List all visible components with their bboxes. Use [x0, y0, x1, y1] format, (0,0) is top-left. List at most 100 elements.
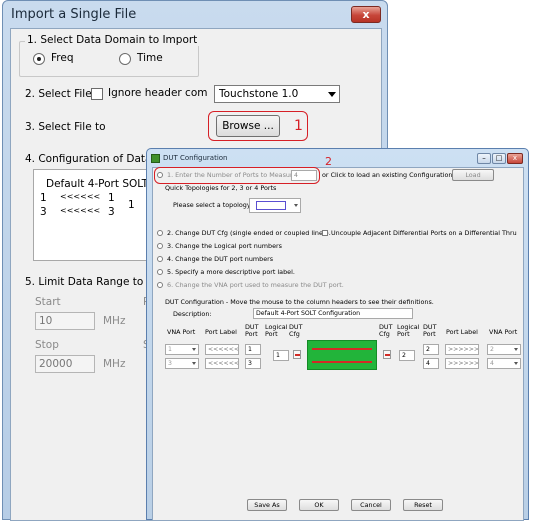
option3-radio[interactable] — [157, 243, 163, 249]
data-domain-label: 1. Select Data Domain to Import — [25, 34, 200, 46]
description-input[interactable]: Default 4-Port SOLT Configuration — [253, 308, 413, 319]
dut-cfg-icon — [385, 354, 390, 356]
callout-number-2: 2 — [325, 155, 332, 168]
config-extra-num: 1 — [128, 199, 135, 211]
time-label: Time — [137, 52, 163, 64]
port-label-header: Port Label — [446, 328, 478, 336]
option2-label: 2. Change DUT Cfg (single ended or coupl… — [167, 229, 331, 237]
description-label: Description: — [173, 310, 212, 318]
stop-input[interactable]: 20000 — [35, 355, 95, 373]
select-file-label: 2. Select File — [25, 88, 92, 100]
ignore-header-label: Ignore header commer — [108, 87, 208, 99]
vna-port-value: 1 — [168, 346, 172, 353]
configuration-label: 4. Configuration of Data to — [25, 153, 166, 165]
load-button[interactable]: Load — [452, 169, 494, 181]
file-format-select[interactable]: Touchstone 1.0 — [214, 85, 340, 103]
load-config-text: or Click to load an existing Configurati… — [322, 171, 455, 179]
chevron-down-icon — [294, 204, 298, 207]
config-row-num: 1 — [108, 192, 115, 204]
reset-button[interactable]: Reset — [403, 499, 443, 511]
ports-value: 4 — [294, 172, 298, 179]
chevron-down-icon — [192, 348, 196, 351]
start-input[interactable]: 10 — [35, 312, 95, 330]
dut-configuration-window: DUT Configuration – □ x 2 1. Enter the N… — [146, 148, 529, 521]
option5-radio[interactable] — [157, 269, 163, 275]
config-row-arrows: <<<<<< — [60, 206, 101, 215]
option3-label: 3. Change the Logical port numbers — [167, 242, 282, 250]
vna-port-value: 3 — [168, 360, 172, 367]
chevron-down-icon — [192, 362, 196, 365]
vna-port-select[interactable]: 2 — [487, 344, 521, 355]
port-label-input[interactable]: <<<<<< — [205, 344, 239, 355]
ignore-header-checkbox[interactable] — [91, 88, 103, 100]
freq-label: Freq — [51, 52, 74, 64]
vna-port-select[interactable]: 4 — [487, 358, 521, 369]
vna-port-header: VNA Port — [167, 328, 196, 336]
dut-client: 2 1. Enter the Number of Ports to Measur… — [152, 155, 524, 521]
dut-port-input[interactable]: 1 — [245, 344, 261, 355]
config-row-arrows: <<<<<< — [60, 192, 101, 201]
quick-topologies-label: Quick Topologies for 2, 3 or 4 Ports — [165, 184, 277, 192]
port-label-input[interactable]: >>>>>> — [445, 358, 479, 369]
option4-radio[interactable] — [157, 256, 163, 262]
chevron-down-icon — [514, 348, 518, 351]
dut-port-header: DUT Port — [245, 323, 259, 338]
logical-port-header: Logical Port — [265, 323, 288, 338]
minimize-button[interactable]: – — [477, 153, 491, 164]
maximize-button[interactable]: □ — [492, 153, 506, 164]
file-format-value: Touchstone 1.0 — [219, 88, 299, 100]
logical-port-input[interactable]: 2 — [399, 350, 415, 361]
close-button[interactable]: x — [351, 6, 381, 23]
option6-radio[interactable] — [157, 282, 163, 288]
chevron-down-icon — [328, 92, 336, 97]
dut-close-button[interactable]: x — [507, 153, 523, 164]
time-radio[interactable] — [119, 53, 131, 65]
dut-port-header: DUT Port — [423, 323, 437, 338]
vna-port-select[interactable]: 3 — [165, 358, 199, 369]
dut-cfg-toggle[interactable] — [293, 350, 301, 359]
browse-button[interactable]: Browse ... — [216, 115, 280, 137]
option2-radio[interactable] — [157, 230, 163, 236]
line-2 — [312, 361, 372, 363]
step1-label: 1. Enter the Number of Ports to Measure: — [167, 171, 299, 179]
ok-button[interactable]: OK — [299, 499, 339, 511]
stop-unit: MHz — [103, 358, 126, 370]
config-row-port: 3 — [40, 206, 47, 218]
save-as-button[interactable]: Save As — [247, 499, 287, 511]
port-label-input[interactable]: >>>>>> — [445, 344, 479, 355]
cancel-button[interactable]: Cancel — [351, 499, 391, 511]
line-1 — [312, 348, 372, 350]
port-label-input[interactable]: <<<<<< — [205, 358, 239, 369]
app-icon — [151, 154, 160, 163]
uncouple-checkbox[interactable] — [322, 230, 328, 236]
dut-cfg-toggle[interactable] — [383, 350, 391, 359]
option6-label: 6. Change the VNA port used to measure t… — [167, 281, 344, 289]
limit-range-label: 5. Limit Data Range to — [25, 276, 144, 288]
dut-port-input[interactable]: 4 — [423, 358, 439, 369]
vna-port-value: 2 — [490, 346, 494, 353]
port-label-header: Port Label — [205, 328, 237, 336]
dut-cfg-icon — [295, 354, 300, 356]
config-row-num: 3 — [108, 206, 115, 218]
logical-port-input[interactable]: 1 — [273, 350, 289, 361]
option4-label: 4. Change the DUT port numbers — [167, 255, 274, 263]
freq-radio[interactable] — [33, 53, 45, 65]
config-row-port: 1 — [40, 192, 47, 204]
dut-cfg-header: DUT Cfg — [379, 323, 393, 338]
dut-port-input[interactable]: 2 — [423, 344, 439, 355]
select-file-to-label: 3. Select File to — [25, 121, 106, 133]
ports-stepper[interactable]: 4 — [291, 170, 317, 181]
vna-port-select[interactable]: 1 — [165, 344, 199, 355]
uncouple-label: Uncouple Adjacent Differential Ports on … — [331, 229, 517, 237]
dut-cfg-header: DUT Cfg — [289, 323, 303, 338]
window-title: Import a Single File — [11, 7, 137, 22]
step1-radio[interactable] — [157, 172, 163, 178]
vna-port-value: 4 — [490, 360, 494, 367]
dut-port-input[interactable]: 3 — [245, 358, 261, 369]
topology-select[interactable] — [249, 198, 301, 213]
dut-window-title: DUT Configuration — [163, 154, 228, 162]
config-hint: DUT Configuration - Move the mouse to th… — [165, 298, 434, 306]
data-domain-group — [19, 41, 199, 77]
topology-icon — [256, 201, 286, 210]
logical-port-header: Logical Port — [397, 323, 420, 338]
